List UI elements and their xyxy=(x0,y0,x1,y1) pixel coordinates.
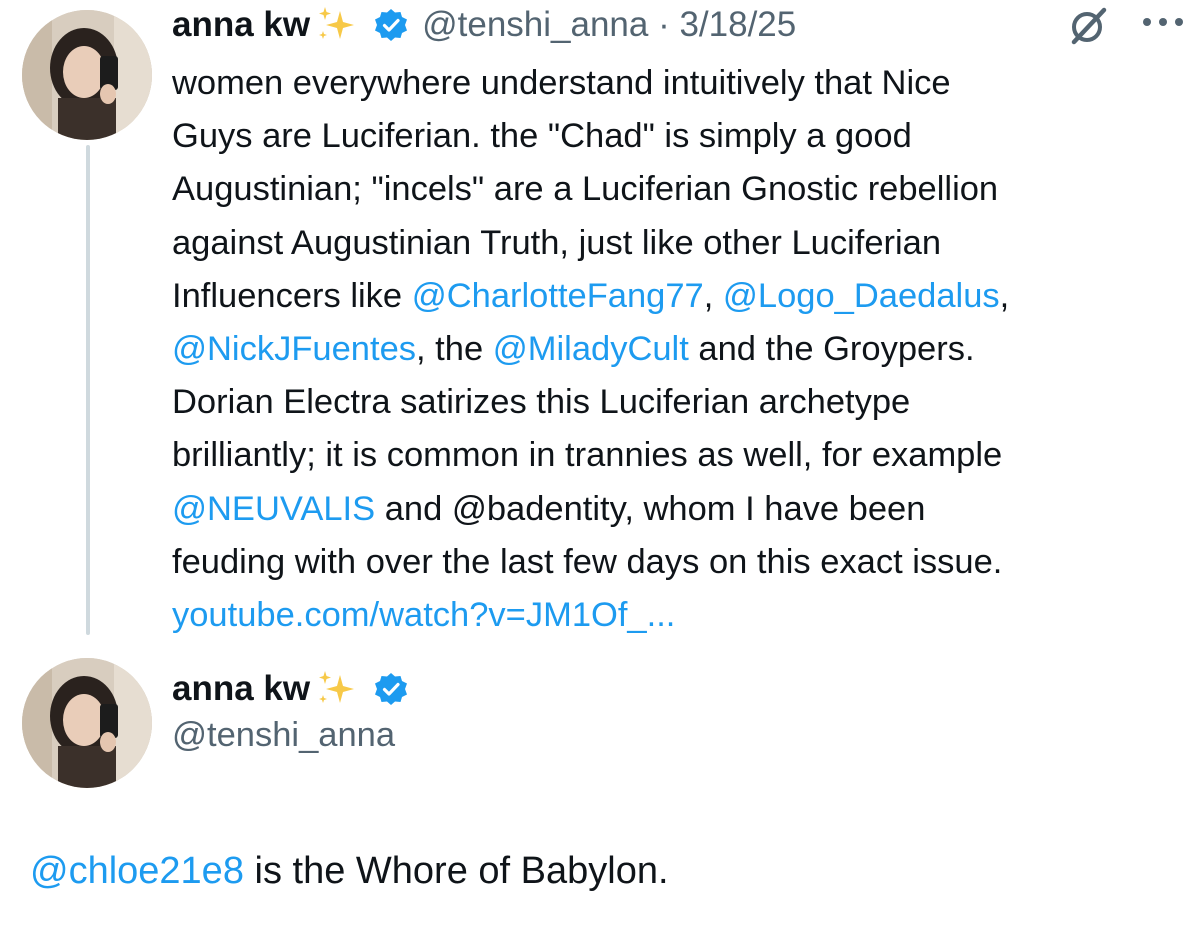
tweet-link[interactable]: @CharlotteFang77 xyxy=(412,277,704,315)
tweet-link[interactable]: youtube.com/watch?v=JM1Of_... xyxy=(172,596,675,634)
tweet-text: women everywhere understand intuitively … xyxy=(172,57,1192,642)
tweet-text-line: women everywhere understand intuitively … xyxy=(172,57,1192,110)
tweet-text-line: Augustinian; "incels" are a Luciferian G… xyxy=(172,163,1192,216)
tweet-text-line: Dorian Electra satirizes this Luciferian… xyxy=(172,376,1192,429)
tweet-text-line: @NEUVALIS and @badentity, whom I have be… xyxy=(172,483,1192,536)
verified-badge-icon[interactable] xyxy=(374,672,408,706)
grok-icon[interactable] xyxy=(1066,4,1110,48)
tweet-text-segment: and the Groypers. xyxy=(688,330,975,369)
tweet-text-segment: , xyxy=(703,276,723,315)
sparkles-emoji-icon xyxy=(314,669,358,709)
avatar-photo xyxy=(22,658,152,788)
tweet-text-segment: and @badentity, whom I have been xyxy=(375,489,926,528)
tweet-link[interactable]: @NickJFuentes xyxy=(172,330,416,368)
profile-name[interactable]: anna kw xyxy=(172,669,310,709)
tweet-text-line: @NickJFuentes, the @MiladyCult and the G… xyxy=(172,323,1192,376)
tweet-text-segment: Guys are Luciferian. the "Chad" is simpl… xyxy=(172,117,912,156)
bio-text: is the Whore of Babylon. xyxy=(243,850,669,892)
tweet-text-segment: Influencers like xyxy=(172,276,412,315)
thread-connector-line xyxy=(86,145,90,635)
sparkles-emoji-icon xyxy=(314,5,358,45)
tweet-text-segment: , xyxy=(999,276,1010,315)
tweet-text-segment: brilliantly; it is common in trannies as… xyxy=(172,436,1003,475)
tweet-link[interactable]: @Logo_Daedalus xyxy=(723,277,1000,315)
tweet-text-segment: women everywhere understand intuitively … xyxy=(172,64,951,102)
author-name[interactable]: anna kw xyxy=(172,5,310,45)
tweet-text-segment: against Augustinian Truth, just like oth… xyxy=(172,223,942,262)
tweet-text-line: against Augustinian Truth, just like oth… xyxy=(172,217,1192,270)
tweet-text-line: Influencers like @CharlotteFang77, @Logo… xyxy=(172,270,1192,323)
verified-badge-icon[interactable] xyxy=(374,8,408,42)
more-options-icon[interactable] xyxy=(1140,14,1186,30)
tweet-text-line: youtube.com/watch?v=JM1Of_... xyxy=(172,589,1192,642)
handle-and-date[interactable]: @tenshi_anna · 3/18/25 xyxy=(422,5,796,45)
profile-bio: @chloe21e8 is the Whore of Babylon. xyxy=(30,850,669,893)
profile-avatar[interactable] xyxy=(22,658,152,788)
tweet-header: anna kw @tenshi_anna · 3/18/25 xyxy=(172,0,796,50)
tweet-text-line: feuding with over the last few days on t… xyxy=(172,536,1192,589)
author-avatar[interactable] xyxy=(22,10,152,140)
tweet-link[interactable]: @NEUVALIS xyxy=(172,490,375,528)
tweet-text-line: brilliantly; it is common in trannies as… xyxy=(172,429,1192,482)
tweet-link[interactable]: @MiladyCult xyxy=(493,330,689,368)
bio-mention-link[interactable]: @chloe21e8 xyxy=(30,850,244,892)
tweet-text-segment: , the xyxy=(416,330,493,369)
tweet-text-segment: Dorian Electra satirizes this Luciferian… xyxy=(172,383,911,422)
profile-name-row: anna kw xyxy=(172,664,408,714)
tweet-text-segment: Augustinian; "incels" are a Luciferian G… xyxy=(172,170,999,209)
tweet-text-segment: feuding with over the last few days on t… xyxy=(172,542,1003,581)
avatar-photo xyxy=(22,10,152,140)
tweet-text-line: Guys are Luciferian. the "Chad" is simpl… xyxy=(172,110,1192,163)
profile-handle[interactable]: @tenshi_anna xyxy=(172,716,395,755)
